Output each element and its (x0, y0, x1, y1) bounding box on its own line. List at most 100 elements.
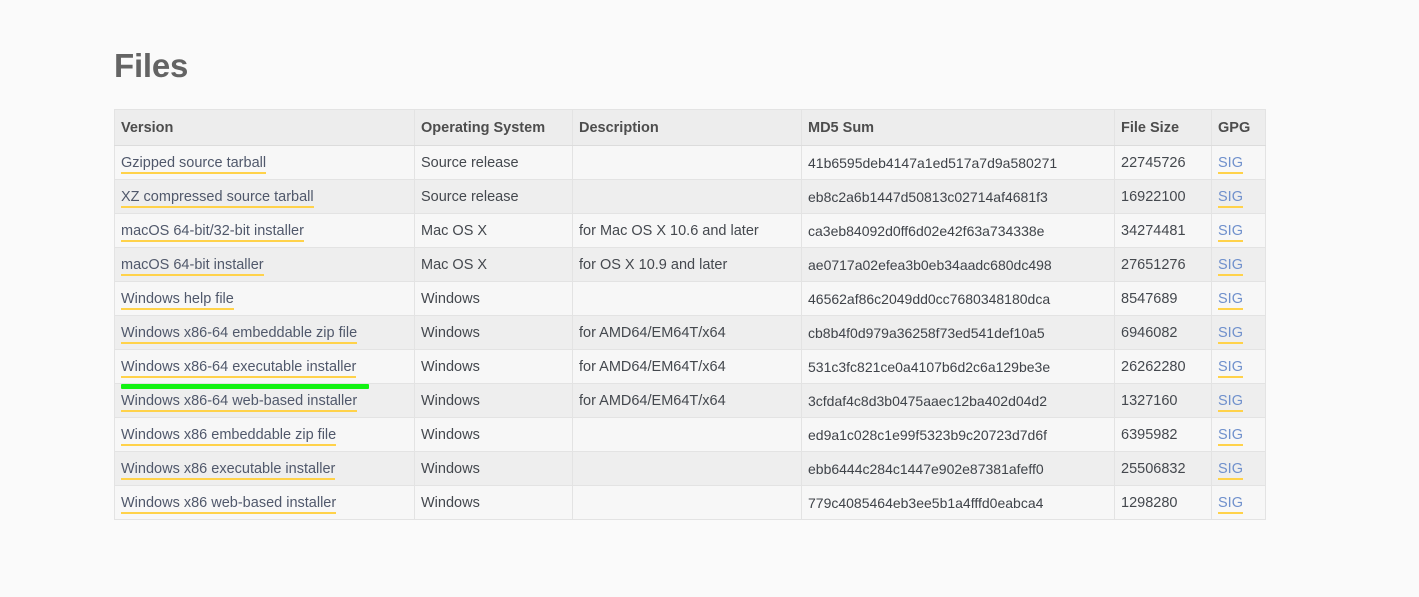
page-title: Files (114, 47, 189, 84)
file-size-cell: 6395982 (1114, 417, 1212, 452)
download-link[interactable]: Windows help file (121, 290, 234, 310)
sig-link[interactable]: SIG (1218, 460, 1243, 480)
operating-system-cell: Windows (414, 349, 573, 384)
sig-link[interactable]: SIG (1218, 256, 1243, 276)
download-link[interactable]: Windows x86 executable installer (121, 460, 336, 480)
download-link[interactable]: Windows x86-64 embeddable zip file (121, 324, 358, 344)
gpg-cell: SIG (1211, 247, 1266, 282)
files-page: Files Version Operating System Descripti… (0, 0, 1419, 597)
description-cell (572, 451, 802, 486)
operating-system-cell: Windows (414, 485, 573, 520)
md5-sum-cell: ebb6444c284c1447e902e87381afeff0 (801, 451, 1115, 486)
download-link[interactable]: Windows x86-64 executable installer (121, 358, 357, 378)
version-cell: Windows x86 web-based installer (114, 485, 415, 520)
file-size-cell: 8547689 (1114, 281, 1212, 316)
gpg-cell: SIG (1211, 383, 1266, 418)
column-header-md5: MD5 Sum (801, 109, 1115, 146)
table-row: macOS 64-bit installer Mac OS Xfor OS X 1… (114, 247, 1266, 282)
operating-system-cell: Mac OS X (414, 213, 573, 248)
file-size-cell: 27651276 (1114, 247, 1212, 282)
file-size-cell: 25506832 (1114, 451, 1212, 486)
table-row: Windows help file Windows 46562af86c2049dd… (114, 281, 1266, 316)
column-header-version: Version (114, 109, 415, 146)
column-header-description: Description (572, 109, 802, 146)
table-body: Gzipped source tarball Source release 41b6… (114, 145, 1266, 520)
file-size-cell: 26262280 (1114, 349, 1212, 384)
version-cell: macOS 64-bit/32-bit installer (114, 213, 415, 248)
version-cell: Windows x86 executable installer (114, 451, 415, 486)
operating-system-cell: Source release (414, 145, 573, 180)
gpg-cell: SIG (1211, 145, 1266, 180)
md5-sum-cell: 46562af86c2049dd0cc7680348180dca (801, 281, 1115, 316)
sig-link[interactable]: SIG (1218, 188, 1243, 208)
sig-link[interactable]: SIG (1218, 392, 1243, 412)
md5-sum-cell: ca3eb84092d0ff6d02e42f63a734338e (801, 213, 1115, 248)
content-area: Files Version Operating System Descripti… (114, 0, 1266, 520)
version-cell: XZ compressed source tarball (114, 179, 415, 214)
table-header-row: Version Operating System Description MD5… (114, 109, 1266, 146)
file-size-cell: 16922100 (1114, 179, 1212, 214)
operating-system-cell: Windows (414, 451, 573, 486)
version-cell: Windows help file (114, 281, 415, 316)
table-row: Windows x86 web-based installer Windows 77… (114, 485, 1266, 520)
download-link[interactable]: macOS 64-bit installer (121, 256, 264, 276)
download-link[interactable]: Windows x86-64 web-based installer (121, 392, 358, 412)
green-highlight-annotation (121, 384, 369, 389)
table-header: Version Operating System Description MD5… (114, 109, 1266, 146)
md5-sum-cell: 41b6595deb4147a1ed517a7d9a580271 (801, 145, 1115, 180)
file-size-cell: 1298280 (1114, 485, 1212, 520)
gpg-cell: SIG (1211, 315, 1266, 350)
sig-link[interactable]: SIG (1218, 324, 1243, 344)
md5-sum-cell: ed9a1c028c1e99f5323b9c20723d7d6f (801, 417, 1115, 452)
description-cell (572, 281, 802, 316)
description-cell (572, 417, 802, 452)
md5-sum-cell: cb8b4f0d979a36258f73ed541def10a5 (801, 315, 1115, 350)
download-link[interactable]: XZ compressed source tarball (121, 188, 314, 208)
gpg-cell: SIG (1211, 417, 1266, 452)
sig-link[interactable]: SIG (1218, 494, 1243, 514)
gpg-cell: SIG (1211, 179, 1266, 214)
description-cell: for OS X 10.9 and later (572, 247, 802, 282)
sig-link[interactable]: SIG (1218, 358, 1243, 378)
version-cell: Windows x86-64 executable installer (114, 349, 415, 384)
operating-system-cell: Windows (414, 417, 573, 452)
md5-sum-cell: ae0717a02efea3b0eb34aadc680dc498 (801, 247, 1115, 282)
file-size-cell: 22745726 (1114, 145, 1212, 180)
operating-system-cell: Windows (414, 383, 573, 418)
operating-system-cell: Mac OS X (414, 247, 573, 282)
description-cell (572, 485, 802, 520)
sig-link[interactable]: SIG (1218, 426, 1243, 446)
download-link[interactable]: Windows x86 web-based installer (121, 494, 337, 514)
md5-sum-cell: 531c3fc821ce0a4107b6d2c6a129be3e (801, 349, 1115, 384)
md5-sum-cell: 3cfdaf4c8d3b0475aaec12ba402d04d2 (801, 383, 1115, 418)
column-header-os: Operating System (414, 109, 573, 146)
operating-system-cell: Windows (414, 315, 573, 350)
download-link[interactable]: macOS 64-bit/32-bit installer (121, 222, 304, 242)
table-row: Gzipped source tarball Source release 41b6… (114, 145, 1266, 180)
gpg-cell: SIG (1211, 213, 1266, 248)
operating-system-cell: Source release (414, 179, 573, 214)
description-cell (572, 145, 802, 180)
version-cell: macOS 64-bit installer (114, 247, 415, 282)
md5-sum-cell: eb8c2a6b1447d50813c02714af4681f3 (801, 179, 1115, 214)
description-cell: for AMD64/EM64T/x64 (572, 315, 802, 350)
description-cell: for Mac OS X 10.6 and later (572, 213, 802, 248)
table-row: macOS 64-bit/32-bit installer Mac OS Xfor… (114, 213, 1266, 248)
description-cell: for AMD64/EM64T/x64 (572, 349, 802, 384)
table-row: Windows x86 embeddable zip file Windows ed… (114, 417, 1266, 452)
sig-link[interactable]: SIG (1218, 222, 1243, 242)
sig-link[interactable]: SIG (1218, 154, 1243, 174)
gpg-cell: SIG (1211, 349, 1266, 384)
description-cell: for AMD64/EM64T/x64 (572, 383, 802, 418)
file-size-cell: 1327160 (1114, 383, 1212, 418)
file-size-cell: 6946082 (1114, 315, 1212, 350)
download-link[interactable]: Windows x86 embeddable zip file (121, 426, 337, 446)
version-cell: Windows x86-64 embeddable zip file (114, 315, 415, 350)
table-row: Windows x86-64 executable installer Windo… (114, 349, 1266, 384)
download-link[interactable]: Gzipped source tarball (121, 154, 267, 174)
column-header-gpg: GPG (1211, 109, 1266, 146)
table-row: Windows x86-64 embeddable zip file Window… (114, 315, 1266, 350)
sig-link[interactable]: SIG (1218, 290, 1243, 310)
version-cell: Gzipped source tarball (114, 145, 415, 180)
version-cell: Windows x86 embeddable zip file (114, 417, 415, 452)
